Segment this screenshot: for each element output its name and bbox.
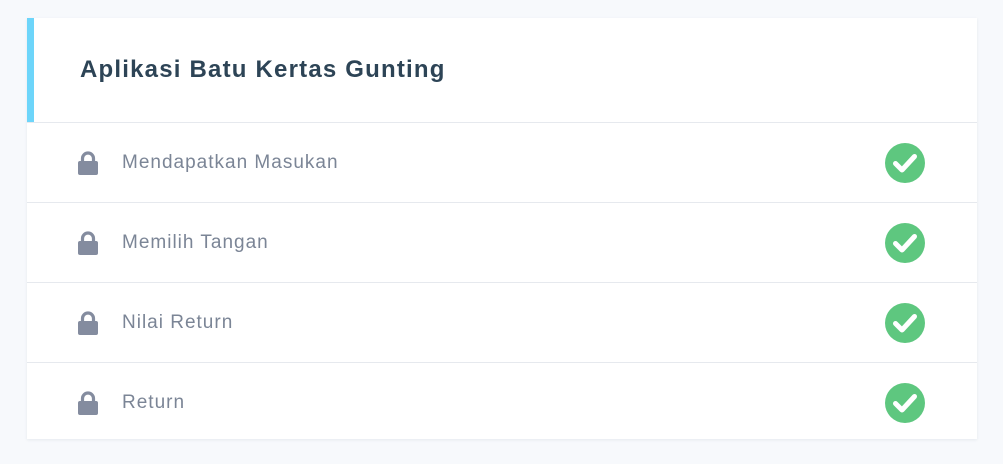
lock-icon (78, 311, 98, 335)
lesson-label: Return (122, 392, 186, 413)
lesson-label: Memilih Tangan (122, 232, 269, 253)
lock-icon (78, 151, 98, 175)
lock-icon (78, 391, 98, 415)
lesson-label: Mendapatkan Masukan (122, 152, 339, 173)
course-title: Aplikasi Batu Kertas Gunting (80, 56, 446, 83)
course-card: Aplikasi Batu Kertas Gunting Mendapatkan… (27, 18, 977, 439)
lesson-item[interactable]: Nilai Return (27, 283, 977, 363)
check-circle-icon (885, 303, 925, 343)
lesson-list: Mendapatkan Masukan Memilih Tangan Nilai (27, 123, 977, 442)
lesson-item[interactable]: Memilih Tangan (27, 203, 977, 283)
lock-icon (78, 231, 98, 255)
lesson-item[interactable]: Mendapatkan Masukan (27, 123, 977, 203)
check-circle-icon (885, 223, 925, 263)
card-header: Aplikasi Batu Kertas Gunting (27, 18, 977, 123)
check-circle-icon (885, 143, 925, 183)
accent-bar (27, 18, 34, 122)
lesson-item[interactable]: Return (27, 363, 977, 442)
check-circle-icon (885, 383, 925, 423)
lesson-label: Nilai Return (122, 312, 234, 333)
